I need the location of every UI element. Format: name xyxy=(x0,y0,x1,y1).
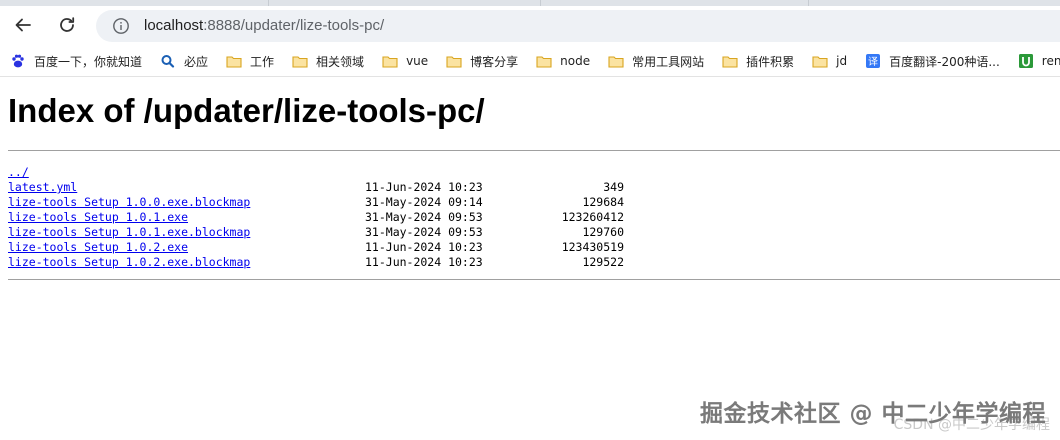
folder-icon xyxy=(722,56,738,68)
bookmark-folder-node[interactable]: node xyxy=(526,49,598,73)
bookmark-label: jd xyxy=(836,54,848,68)
bookmark-baidu[interactable]: 百度一下，你就知道 xyxy=(0,49,150,73)
bookmark-folder-plugins[interactable]: 插件积累 xyxy=(712,49,802,73)
file-size: 123260412 xyxy=(561,210,624,224)
tab-strip-edge xyxy=(0,0,1060,6)
file-link[interactable]: lize-tools Setup 1.0.2.exe.blockmap xyxy=(8,255,250,270)
list-item: ../ xyxy=(8,165,1060,180)
list-item: lize-tools Setup 1.0.2.exe.blockmap 11-J… xyxy=(8,255,1060,270)
baidu-translate-icon: 译 xyxy=(866,54,881,68)
arrow-left-icon xyxy=(15,18,31,32)
address-bar[interactable]: localhost:8888/updater/lize-tools-pc/ xyxy=(96,10,1060,42)
file-date: 31-May-2024 09:14 xyxy=(365,195,483,209)
folder-icon xyxy=(812,56,828,68)
svg-text:译: 译 xyxy=(868,56,878,68)
bookmark-baidu-translate[interactable]: 译 百度翻译-200种语... xyxy=(855,49,1008,73)
url-host: localhost xyxy=(144,17,204,34)
folder-icon xyxy=(382,56,398,68)
file-size: 129760 xyxy=(582,225,624,239)
bookmark-label: 相关领域 xyxy=(316,54,365,69)
file-link[interactable]: lize-tools Setup 1.0.2.exe xyxy=(8,240,188,255)
file-size: 123430519 xyxy=(561,240,624,254)
file-link[interactable]: lize-tools Setup 1.0.0.exe.blockmap xyxy=(8,195,250,210)
folder-icon xyxy=(226,56,242,68)
bookmark-label: 插件积累 xyxy=(746,54,795,69)
bookmark-label: vue xyxy=(406,54,429,68)
browser-toolbar: localhost:8888/updater/lize-tools-pc/ xyxy=(0,0,1060,46)
list-item: lize-tools Setup 1.0.1.exe 31-May-2024 0… xyxy=(8,210,1060,225)
file-listing: ../ latest.yml 11-Jun-2024 10:23 349 liz… xyxy=(8,165,1060,270)
file-date: 31-May-2024 09:53 xyxy=(365,210,483,224)
bookmark-label: 百度一下，你就知道 xyxy=(34,54,143,69)
bookmark-label: 必应 xyxy=(184,54,209,69)
file-date: 11-Jun-2024 10:23 xyxy=(365,240,483,254)
address-url: localhost:8888/updater/lize-tools-pc/ xyxy=(144,17,384,34)
bookmark-folder-tools[interactable]: 常用工具网站 xyxy=(598,49,712,73)
watermark-juejin: 掘金技术社区 @ 中二少年学编程 xyxy=(699,401,1046,427)
bing-search-icon xyxy=(161,55,175,68)
bookmark-label: 工作 xyxy=(250,54,275,69)
file-date: 11-Jun-2024 10:23 xyxy=(365,180,483,194)
reload-button[interactable] xyxy=(52,10,82,40)
file-size: 129522 xyxy=(582,255,624,269)
folder-icon xyxy=(608,56,624,68)
file-size: 129684 xyxy=(582,195,624,209)
back-button[interactable] xyxy=(8,10,38,40)
bookmark-label: renderjs | xyxy=(1041,54,1060,68)
site-info-icon[interactable] xyxy=(112,17,130,35)
file-date: 11-Jun-2024 10:23 xyxy=(365,255,483,269)
bookmark-label: 常用工具网站 xyxy=(632,54,705,69)
page-content: Index of /updater/lize-tools-pc/ ../ lat… xyxy=(8,77,1060,280)
list-item: lize-tools Setup 1.0.0.exe.blockmap 31-M… xyxy=(8,195,1060,210)
bookmark-label: node xyxy=(560,54,591,68)
folder-icon xyxy=(446,56,462,68)
file-link[interactable]: lize-tools Setup 1.0.1.exe.blockmap xyxy=(8,225,250,240)
bottom-divider xyxy=(8,279,1060,280)
bookmark-label: 百度翻译-200种语... xyxy=(889,54,1000,69)
file-date: 31-May-2024 09:53 xyxy=(365,225,483,239)
url-path: :8888/updater/lize-tools-pc/ xyxy=(203,17,385,34)
baidu-paw-icon xyxy=(12,54,24,68)
page-title: Index of /updater/lize-tools-pc/ xyxy=(8,92,485,129)
bookmark-label: 博客分享 xyxy=(470,54,519,69)
list-item: latest.yml 11-Jun-2024 10:23 349 xyxy=(8,180,1060,195)
bookmark-folder-jd[interactable]: jd xyxy=(802,49,855,73)
bookmark-folder-work[interactable]: 工作 xyxy=(216,49,282,73)
bookmark-renderjs[interactable]: renderjs | xyxy=(1008,49,1060,73)
bookmarks-bar: 百度一下，你就知道 必应 工作 相关领域 vue 博客分享 node 常用工具网… xyxy=(0,46,1060,76)
bookmark-folder-vue[interactable]: vue xyxy=(372,49,436,73)
list-item: lize-tools Setup 1.0.1.exe.blockmap 31-M… xyxy=(8,225,1060,240)
parent-directory-link[interactable]: ../ xyxy=(8,165,29,180)
folder-icon xyxy=(292,56,308,68)
list-item: lize-tools Setup 1.0.2.exe 11-Jun-2024 1… xyxy=(8,240,1060,255)
file-link[interactable]: lize-tools Setup 1.0.1.exe xyxy=(8,210,188,225)
bookmark-bing[interactable]: 必应 xyxy=(150,49,216,73)
folder-icon xyxy=(536,56,552,68)
top-divider xyxy=(8,150,1060,151)
file-link[interactable]: latest.yml xyxy=(8,180,77,195)
bookmark-folder-blog[interactable]: 博客分享 xyxy=(436,49,526,73)
bookmark-folder-fields[interactable]: 相关领域 xyxy=(282,49,372,73)
reload-icon xyxy=(60,17,75,32)
uniapp-icon xyxy=(1018,54,1033,68)
file-size: 349 xyxy=(603,180,624,194)
